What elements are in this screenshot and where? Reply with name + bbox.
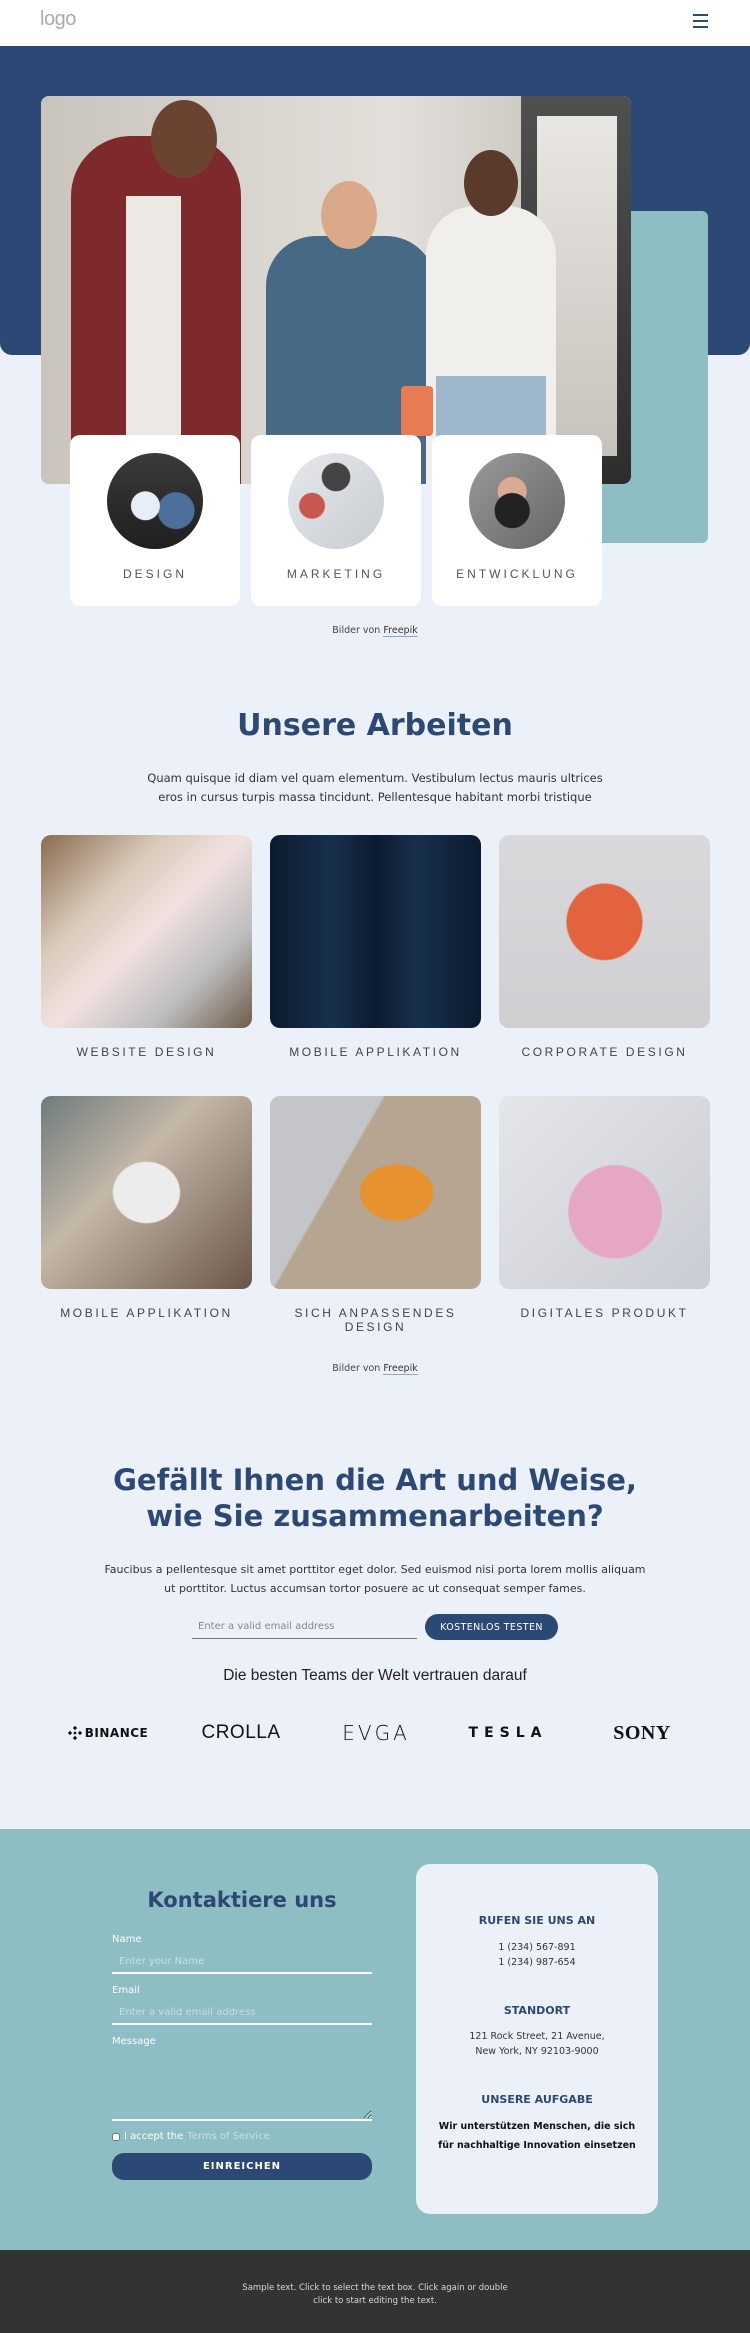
work-image-responsive-design[interactable]	[270, 1096, 481, 1289]
phone-1: 1 (234) 567-891	[498, 1942, 576, 1953]
work-label: DIGITALES PRODUKT	[520, 1306, 689, 1320]
footer: Sample text. Click to select the text bo…	[0, 2250, 750, 2333]
service-image	[469, 453, 565, 549]
submit-button[interactable]: EINREICHEN	[112, 2153, 372, 2180]
trust-title: Die besten Teams der Welt vertrauen dara…	[223, 1667, 527, 1684]
email-input[interactable]	[112, 2001, 372, 2025]
mission-title: UNSERE AUFGABE	[481, 2093, 593, 2106]
brand-logo-crolla: CROLLA	[201, 1722, 281, 1743]
works-title: Unsere Arbeiten	[237, 708, 513, 743]
phone-2: 1 (234) 987-654	[498, 1957, 576, 1968]
message-textarea[interactable]	[112, 2053, 372, 2121]
service-card-marketing[interactable]: MARKETING	[251, 435, 421, 606]
service-image	[107, 453, 203, 549]
footer-text[interactable]: Sample text. Click to select the text bo…	[0, 2282, 750, 2308]
call-title: RUFEN SIE UNS AN	[478, 1914, 596, 1927]
terms-checkbox[interactable]	[112, 2132, 120, 2141]
image-credit: Bilder von Freepik	[332, 625, 418, 637]
service-card-entwicklung[interactable]: ENTWICKLUNG	[432, 435, 602, 606]
name-label: Name	[112, 1934, 142, 1945]
hamburger-menu-icon[interactable]	[693, 14, 708, 28]
work-label: WEBSITE DESIGN	[76, 1045, 217, 1059]
terms-link[interactable]: Terms of Service	[187, 2131, 269, 2142]
terms-row: I accept the Terms of Service	[112, 2131, 270, 2142]
name-input[interactable]	[112, 1950, 372, 1974]
address-line-1: 121 Rock Street, 21 Avenue,	[469, 2031, 605, 2042]
message-label: Message	[112, 2036, 156, 2047]
hero-image	[41, 96, 631, 484]
service-card-design[interactable]: DESIGN	[70, 435, 240, 606]
address-line-2: New York, NY 92103-9000	[475, 2046, 599, 2057]
work-image-website-design[interactable]	[41, 835, 252, 1028]
service-label: ENTWICKLUNG	[456, 567, 578, 581]
contact-info-card: RUFEN SIE UNS AN 1 (234) 567-891 1 (234)…	[416, 1864, 658, 2214]
work-label: CORPORATE DESIGN	[521, 1045, 688, 1059]
work-label: MOBILE APPLIKATION	[289, 1045, 462, 1059]
logo[interactable]: logo	[40, 8, 76, 31]
cta-email-input[interactable]	[192, 1614, 417, 1639]
email-label: Email	[112, 1985, 140, 1996]
binance-icon	[67, 1726, 82, 1740]
brand-logo-evga: EVGA	[342, 1721, 410, 1745]
work-label: SICH ANPASSENDES DESIGN	[294, 1306, 457, 1334]
works-description: Quam quisque id diam vel quam elementum.…	[147, 771, 603, 804]
service-image	[288, 453, 384, 549]
site-header: logo	[0, 0, 750, 46]
mission-text: Wir unterstützen Menschen, die sich für …	[438, 2121, 636, 2151]
brand-logo-sony: SONY	[613, 1721, 671, 1744]
image-credit: Bilder von Freepik	[332, 1363, 418, 1375]
cta-title: Gefällt Ihnen die Art und Weise, wie Sie…	[113, 1463, 637, 1533]
cta-description: Faucibus a pellentesque sit amet porttit…	[104, 1563, 646, 1595]
work-image-digital-product[interactable]	[499, 1096, 710, 1289]
contact-title: Kontaktiere uns	[147, 1888, 337, 1912]
brand-logo-binance: BINANCE	[62, 1720, 154, 1746]
free-trial-button[interactable]: KOSTENLOS TESTEN	[425, 1614, 558, 1640]
service-label: MARKETING	[286, 567, 386, 581]
freepik-link[interactable]: Freepik	[383, 1363, 418, 1375]
work-image-corporate-design[interactable]	[499, 835, 710, 1028]
work-label: MOBILE APPLIKATION	[60, 1306, 233, 1320]
service-label: DESIGN	[122, 567, 187, 581]
work-image-mobile-app[interactable]	[270, 835, 481, 1028]
location-title: STANDORT	[503, 2004, 571, 2017]
brand-logo-tesla: TESLA	[468, 1725, 548, 1741]
work-image-mobile-app-2[interactable]	[41, 1096, 252, 1289]
freepik-link[interactable]: Freepik	[383, 625, 418, 637]
